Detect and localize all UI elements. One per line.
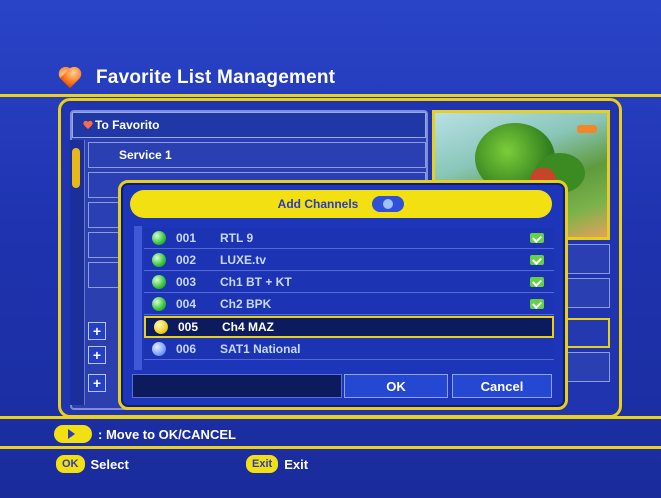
channel-status-icon [152,275,166,289]
scrollbar-thumb[interactable] [72,148,80,188]
button-spacer [132,374,342,398]
exit-key-icon: Exit [246,455,279,473]
channel-number: 005 [178,320,199,334]
channel-status-icon [152,253,166,267]
channel-status-icon [152,231,166,245]
bottom-divider [0,416,661,419]
page-title: Favorite List Management [96,67,336,88]
channel-number: 002 [176,253,197,267]
ok-key-icon: OK [56,455,85,473]
dialog-buttons: OK Cancel [132,374,554,400]
checkbox-icon[interactable] [530,255,544,265]
service-label: Service 1 [119,148,172,162]
add-icon[interactable]: + [88,322,106,340]
channel-row[interactable]: 002 LUXE.tv [144,250,554,271]
channel-name: Ch4 MAZ [222,320,274,334]
checkbox-icon[interactable] [530,299,544,309]
channel-row[interactable]: 006 SAT1 National [144,339,554,360]
navigation-hint-text: : Move to OK/CANCEL [98,426,236,442]
channel-row[interactable]: 004 Ch2 BPK [144,294,554,315]
channel-row[interactable]: 003 Ch1 BT + KT [144,272,554,293]
to-favorite-header[interactable]: To Favorito [72,112,426,138]
heart-icon [56,66,84,90]
ok-key-hint: OK Select [56,454,129,474]
globe-icon [372,196,405,212]
navigation-hint: : Move to OK/CANCEL [54,424,236,444]
channel-name: Ch1 BT + KT [220,275,292,289]
checkbox-icon[interactable] [530,277,544,287]
channel-name: LUXE.tv [220,253,267,267]
channel-row[interactable]: 001 RTL 9 [144,228,554,249]
channel-status-icon [152,342,166,356]
channel-name: SAT1 National [220,342,301,356]
channel-name: Ch2 BPK [220,297,272,311]
channel-list-scrollbar[interactable] [134,226,142,370]
checkbox-icon[interactable] [530,233,544,243]
title-divider [0,94,661,97]
add-icon[interactable]: + [88,346,106,364]
heart-icon [83,121,93,130]
channel-status-icon [154,320,168,334]
favorite-list-scrollbar[interactable] [70,140,85,405]
add-icon[interactable]: + [88,374,106,392]
exit-key-label: Exit [284,456,309,472]
hint-divider [0,446,661,449]
channel-number: 001 [176,231,197,245]
dialog-title-bar: Add Channels [130,190,552,218]
channel-number: 006 [176,342,197,356]
ok-key-label: Select [90,456,129,472]
channel-number: 004 [176,297,197,311]
service-row[interactable]: Service 1 [88,142,426,168]
channel-row-selected[interactable]: 005 Ch4 MAZ [144,316,554,338]
to-favorite-label: To Favorito [95,118,160,132]
title-bar: Favorite List Management [56,64,335,92]
channel-name: RTL 9 [220,231,254,245]
cancel-button[interactable]: Cancel [452,374,552,398]
exit-key-hint: Exit Exit [246,454,308,474]
dialog-title: Add Channels [277,197,359,211]
channel-number: 003 [176,275,197,289]
channel-status-icon [152,297,166,311]
navigate-icon [54,425,92,443]
ok-button[interactable]: OK [344,374,448,398]
